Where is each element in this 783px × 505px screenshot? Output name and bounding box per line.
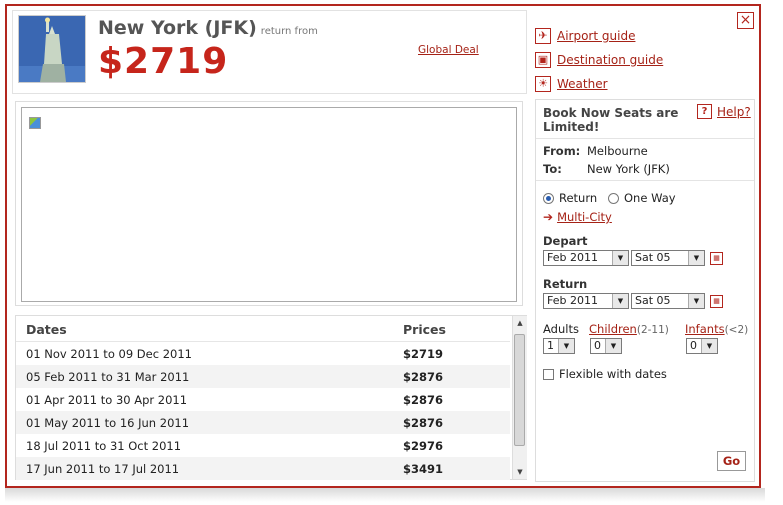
multicity-item[interactable]: ➔ Multi-City [543,210,612,224]
airport-guide-item[interactable]: ✈ Airport guide [535,24,663,48]
row-dates: 18 Jul 2011 to 31 Oct 2011 [26,439,182,453]
scroll-up-icon[interactable]: ▲ [513,316,527,330]
children-link[interactable]: Children [589,322,637,336]
from-value: Melbourne [587,144,648,158]
suitcase-icon: ▣ [535,52,551,68]
map-panel [15,101,523,306]
row-price: $3491 [403,462,444,476]
table-row[interactable]: 17 Jun 2011 to 17 Jul 2011 $3491 [16,457,510,480]
row-dates: 01 Apr 2011 to 30 Apr 2011 [26,393,188,407]
row-dates: 01 May 2011 to 16 Jun 2011 [26,416,190,430]
depart-day-select[interactable]: Sat 05 ▼ [631,250,705,266]
depart-month-select[interactable]: Feb 2011 ▼ [543,250,629,266]
flexible-dates-label: Flexible with dates [559,367,667,381]
row-dates: 17 Jun 2011 to 17 Jul 2011 [26,462,180,476]
oneway-radio-label: One Way [624,191,676,205]
checkbox-icon [543,368,554,380]
to-label: To: [543,162,562,176]
chevron-down-icon: ▼ [612,294,628,308]
help-link[interactable]: Help? [717,105,751,119]
chevron-down-icon: ▼ [701,339,717,353]
infants-select[interactable]: 0 ▼ [686,338,718,354]
table-scrollbar[interactable]: ▲ ▼ [512,316,527,479]
children-select[interactable]: 0 ▼ [590,338,622,354]
destination-photo [18,15,86,83]
row-dates: 01 Nov 2011 to 09 Dec 2011 [26,347,192,361]
chevron-down-icon: ▼ [688,294,704,308]
return-from-label: return from [260,26,318,37]
calendar-icon[interactable]: ▦ [710,295,723,308]
guide-links: ✈ Airport guide ▣ Destination guide ☀ Weath… [535,24,663,96]
table-row[interactable]: 05 Feb 2011 to 31 Mar 2011 $2876 [16,365,510,388]
destination-guide-link[interactable]: Destination guide [557,53,663,67]
chevron-down-icon: ▼ [558,339,574,353]
deal-header: New York (JFK) return from $2719 Global D… [12,10,527,94]
chevron-down-icon: ▼ [688,251,704,265]
sun-icon: ☀ [535,76,551,92]
return-month-select[interactable]: Feb 2011 ▼ [543,293,629,309]
close-button[interactable]: × [737,12,754,29]
scroll-thumb[interactable] [514,334,525,446]
from-label: From: [543,144,581,158]
destination-title: New York (JFK) return from [98,17,318,39]
go-button[interactable]: Go [717,451,746,471]
table-row[interactable]: 18 Jul 2011 to 31 Oct 2011 $2976 [16,434,510,457]
table-row[interactable]: 01 Apr 2011 to 30 Apr 2011 $2876 [16,388,510,411]
children-label: Children(2-11) [589,322,669,336]
airport-guide-link[interactable]: Airport guide [557,29,635,43]
divider [536,138,754,139]
arrow-right-icon: ➔ [543,210,554,224]
row-price: $2976 [403,439,444,453]
table-header: Dates Prices [16,316,510,342]
infants-age: (<2) [724,324,749,336]
close-icon: × [739,12,752,28]
chevron-down-icon: ▼ [612,251,628,265]
airport-guide-icon: ✈ [535,28,551,44]
booking-panel: Book Now Seats are Limited! ? Help? From:… [535,99,755,482]
chevron-down-icon: ▼ [605,339,621,353]
broken-image-icon [29,117,41,129]
row-price: $2719 [403,347,444,361]
return-day-select[interactable]: Sat 05 ▼ [631,293,705,309]
table-row[interactable]: 01 Nov 2011 to 09 Dec 2011 $2719 [16,342,510,365]
row-dates: 05 Feb 2011 to 31 Mar 2011 [26,370,190,384]
weather-link[interactable]: Weather [557,77,608,91]
booking-title: Book Now Seats are Limited! [543,106,679,134]
depart-label: Depart [543,234,588,248]
divider [536,180,754,181]
scroll-down-icon[interactable]: ▼ [513,465,527,479]
global-deal-link[interactable]: Global Deal [418,44,479,56]
dates-column-header: Dates [26,322,67,337]
radio-icon [608,192,619,204]
destination-guide-item[interactable]: ▣ Destination guide [535,48,663,72]
flexible-dates-checkbox[interactable]: Flexible with dates [543,367,667,381]
to-value: New York (JFK) [587,162,670,176]
help-item[interactable]: ? Help? [697,104,751,119]
adults-label: Adults [543,322,579,336]
adults-select[interactable]: 1 ▼ [543,338,575,354]
return-date-label: Return [543,277,588,291]
deal-price: $2719 [98,41,229,82]
fare-table: Dates Prices 01 Nov 2011 to 09 Dec 2011 $… [15,315,527,480]
destination-name: New York (JFK) [98,17,257,39]
calendar-icon[interactable]: ▦ [710,252,723,265]
dialog-shadow [5,488,765,502]
return-radio[interactable]: Return [543,191,597,205]
help-icon: ? [697,104,712,119]
statue-of-liberty-icon [19,16,85,82]
row-price: $2876 [403,416,444,430]
table-row[interactable]: 01 May 2011 to 16 Jun 2011 $2876 [16,411,510,434]
row-price: $2876 [403,370,444,384]
oneway-radio[interactable]: One Way [608,191,676,205]
infants-link[interactable]: Infants [685,322,725,336]
row-price: $2876 [403,393,444,407]
map-frame[interactable] [21,107,517,302]
weather-item[interactable]: ☀ Weather [535,72,663,96]
prices-column-header: Prices [403,322,446,337]
children-age: (2-11) [636,324,669,336]
return-radio-label: Return [559,191,598,205]
multicity-link[interactable]: Multi-City [557,210,612,224]
infants-label: Infants(<2) [685,322,748,336]
radio-selected-icon [543,192,554,204]
